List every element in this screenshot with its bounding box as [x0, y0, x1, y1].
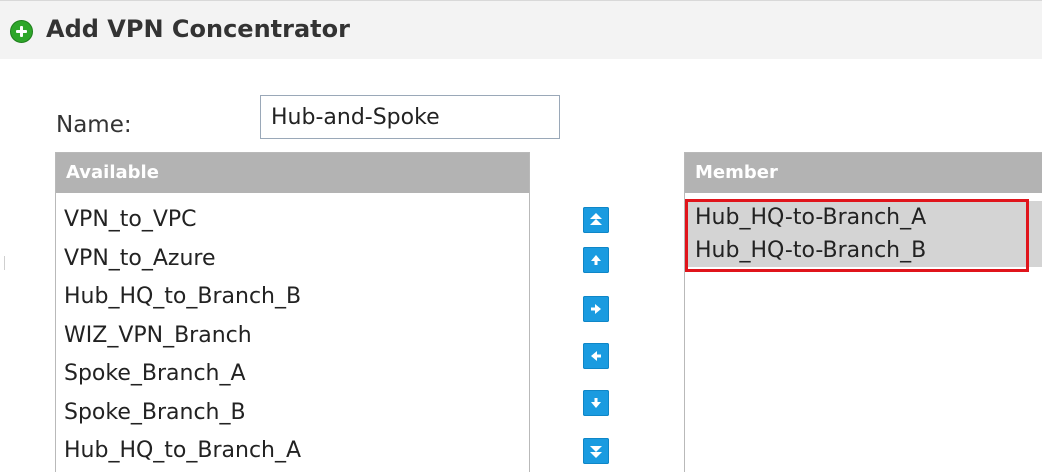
available-list-item[interactable]: Hub_HQ_to_Branch_A [56, 432, 529, 471]
move-down-button[interactable] [583, 390, 609, 416]
available-list-item[interactable]: Hub_HQ_to_Branch_B [56, 278, 529, 317]
move-to-top-button[interactable] [583, 207, 609, 233]
add-to-member-button[interactable] [583, 296, 609, 322]
remove-from-member-button[interactable] [583, 343, 609, 369]
available-list-item[interactable]: VPN_to_Azure [56, 240, 529, 279]
edge-mark [4, 256, 5, 270]
up-arrow-icon [591, 255, 601, 265]
member-list-item[interactable]: Hub_HQ-to-Branch_A [685, 201, 1042, 234]
dialog-title-bar: Add VPN Concentrator [0, 1, 1042, 59]
available-list-item[interactable]: WIZ_VPN_Branch [56, 317, 529, 356]
left-arrow-icon [591, 351, 601, 361]
available-list-panel: Available VPN_to_VPC VPN_to_Azure Hub_HQ… [55, 152, 530, 472]
member-list: Hub_HQ-to-Branch_A Hub_HQ-to-Branch_B [685, 193, 1042, 267]
available-list-item[interactable]: Spoke_Branch_A [56, 355, 529, 394]
add-circle-icon [10, 20, 33, 43]
down-arrow-icon [591, 398, 601, 408]
dialog-title: Add VPN Concentrator [46, 15, 350, 43]
available-list-header: Available [56, 153, 529, 193]
available-list-item[interactable]: VPN_to_VPC [56, 201, 529, 240]
name-label: Name: [56, 112, 132, 138]
move-up-button[interactable] [583, 247, 609, 273]
member-list-item[interactable]: Hub_HQ-to-Branch_B [685, 234, 1042, 267]
move-to-bottom-button[interactable] [583, 438, 609, 464]
double-down-arrow-icon [590, 446, 602, 458]
name-input[interactable] [260, 95, 560, 139]
member-list-header: Member [685, 153, 1042, 193]
double-up-arrow-icon [590, 213, 602, 225]
right-arrow-icon [591, 304, 601, 314]
available-list-item[interactable]: Spoke_Branch_B [56, 394, 529, 433]
member-list-panel: Member Hub_HQ-to-Branch_A Hub_HQ-to-Bran… [684, 152, 1042, 472]
available-list: VPN_to_VPC VPN_to_Azure Hub_HQ_to_Branch… [56, 193, 529, 471]
